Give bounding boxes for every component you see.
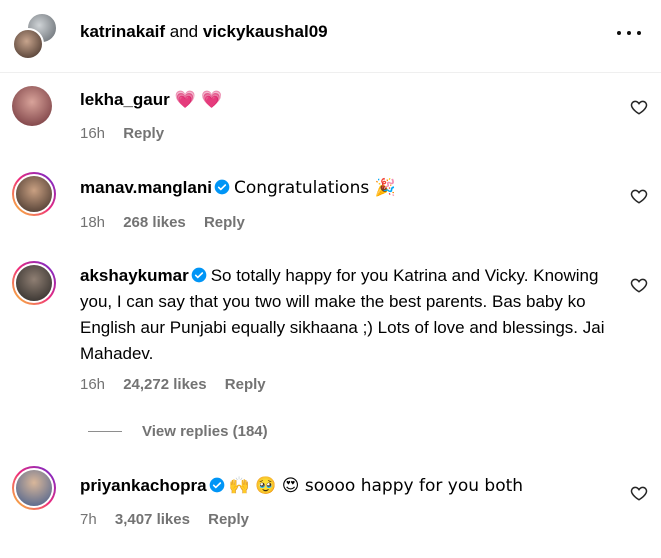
comment-body: 🙌 🥹 😍 soooo happy for you both xyxy=(228,476,524,496)
comment-meta: 16h 24,272 likes Reply xyxy=(80,375,280,395)
comment-body: Congratulations 🎉 xyxy=(233,178,396,198)
comment-text: manav.manglani Congratulations 🎉 xyxy=(80,175,620,201)
view-replies[interactable]: View replies (184) xyxy=(88,420,268,442)
verified-badge-icon xyxy=(209,477,224,493)
username[interactable]: lekha_gaur xyxy=(80,90,170,109)
katrinakaif-avatar[interactable] xyxy=(12,28,44,60)
like-heart-icon[interactable] xyxy=(630,276,648,294)
timestamp: 16h xyxy=(80,125,106,142)
avatar[interactable] xyxy=(12,86,52,126)
reply-button[interactable]: Reply xyxy=(225,376,266,393)
username[interactable]: akshaykumar xyxy=(80,266,189,285)
like-heart-icon[interactable] xyxy=(630,98,648,116)
reply-button[interactable]: Reply xyxy=(123,125,164,142)
view-replies-divider xyxy=(88,430,122,432)
header-user1[interactable]: katrinakaif xyxy=(80,22,165,41)
more-options-icon[interactable] xyxy=(617,25,641,41)
reply-button[interactable]: Reply xyxy=(204,214,245,231)
view-replies-button[interactable]: View replies (184) xyxy=(142,423,268,440)
comment-meta: 16h Reply xyxy=(80,124,178,144)
header-user2[interactable]: vickykaushal09 xyxy=(203,22,328,41)
comment-body: 💗 💗 xyxy=(174,90,223,110)
likes-count[interactable]: 24,272 likes xyxy=(123,376,206,393)
header-avatars[interactable] xyxy=(12,12,58,60)
header-title: katrinakaif and vickykaushal09 xyxy=(80,21,328,43)
avatar[interactable] xyxy=(12,261,56,305)
likes-count[interactable]: 3,407 likes xyxy=(115,511,190,528)
comment-text: akshaykumar So totally happy for you Katr… xyxy=(80,263,620,367)
post-header: katrinakaif and vickykaushal09 xyxy=(0,0,661,73)
username[interactable]: priyankachopra xyxy=(80,476,207,495)
timestamp: 18h xyxy=(80,214,106,231)
like-heart-icon[interactable] xyxy=(630,187,648,205)
comment-meta: 18h 268 likes Reply xyxy=(80,213,259,233)
comment-text: priyankachopra 🙌 🥹 😍 soooo happy for you … xyxy=(80,473,620,499)
comment-meta: 7h 3,407 likes Reply xyxy=(80,510,263,530)
timestamp: 16h xyxy=(80,376,106,393)
avatar[interactable] xyxy=(12,466,56,510)
username[interactable]: manav.manglani xyxy=(80,178,212,197)
like-heart-icon[interactable] xyxy=(630,484,648,502)
likes-count[interactable]: 268 likes xyxy=(123,214,186,231)
verified-badge-icon xyxy=(214,179,230,195)
timestamp: 7h xyxy=(80,511,97,528)
verified-badge-icon xyxy=(191,267,207,283)
reply-button[interactable]: Reply xyxy=(208,511,249,528)
avatar[interactable] xyxy=(12,172,56,216)
comment-text: lekha_gaur 💗 💗 xyxy=(80,87,620,113)
header-conj: and xyxy=(165,22,203,41)
